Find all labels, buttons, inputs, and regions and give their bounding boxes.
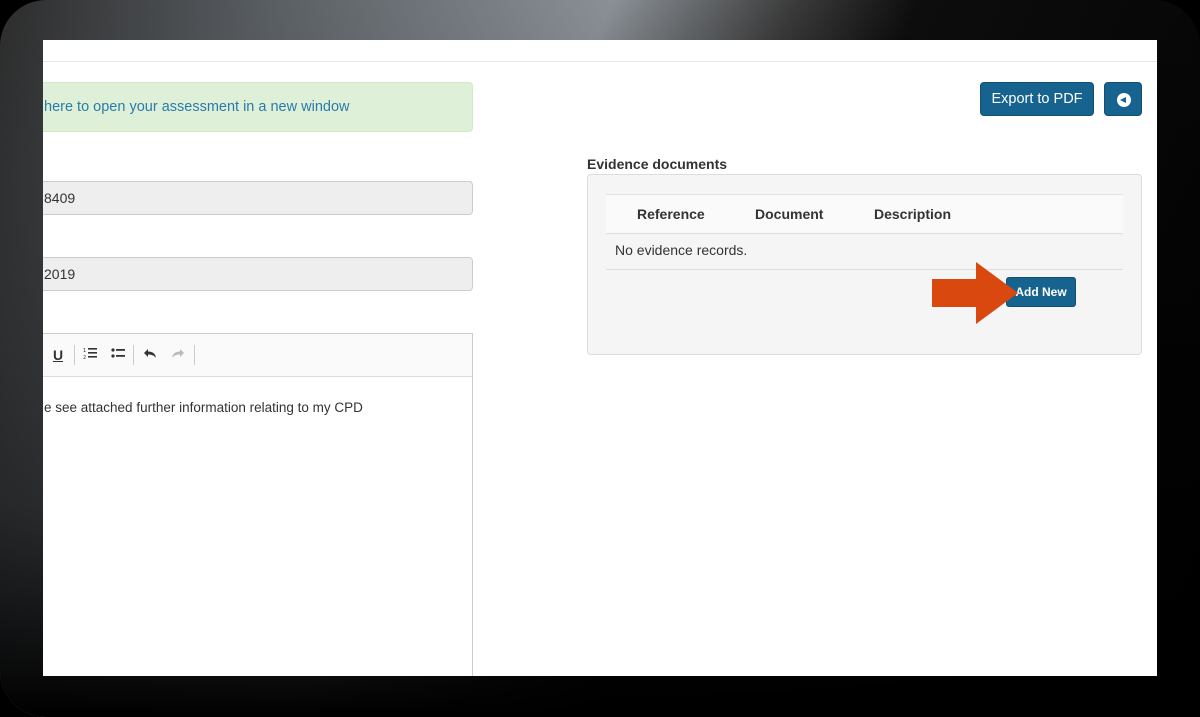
evidence-panel: Reference Document Description No eviden… bbox=[587, 174, 1142, 355]
toolbar-divider bbox=[133, 345, 134, 365]
pointer-arrow-icon bbox=[932, 262, 1018, 324]
redo-icon[interactable] bbox=[168, 345, 188, 365]
date-field[interactable]: 2019 bbox=[43, 257, 473, 291]
reference-field[interactable]: 8409 bbox=[43, 181, 473, 215]
app-screen: here to open your assessment in a new wi… bbox=[43, 40, 1157, 676]
alert-link-text[interactable]: here to open your assessment in a new wi… bbox=[44, 99, 349, 115]
bullet-list-icon[interactable] bbox=[108, 345, 128, 365]
column-header-document[interactable]: Document bbox=[755, 206, 823, 222]
svg-text:1: 1 bbox=[83, 348, 86, 354]
ordered-list-icon[interactable]: 12 bbox=[80, 345, 100, 365]
column-header-reference[interactable]: Reference bbox=[637, 206, 705, 222]
evidence-section-title: Evidence documents bbox=[587, 156, 728, 172]
underline-button[interactable]: U bbox=[48, 345, 68, 365]
editor-content[interactable]: e see attached further information relat… bbox=[44, 400, 363, 415]
editor-toolbar: U 12 bbox=[43, 334, 472, 377]
back-button[interactable] bbox=[1104, 82, 1142, 116]
toolbar-divider bbox=[74, 345, 75, 365]
header-divider bbox=[43, 61, 1157, 62]
table-row: No evidence records. bbox=[606, 232, 1123, 270]
column-header-description[interactable]: Description bbox=[874, 206, 951, 222]
empty-state-text: No evidence records. bbox=[615, 242, 748, 258]
open-assessment-alert[interactable]: here to open your assessment in a new wi… bbox=[43, 82, 473, 132]
svg-text:2: 2 bbox=[83, 355, 86, 360]
undo-icon[interactable] bbox=[140, 345, 160, 365]
evidence-table-header: Reference Document Description bbox=[606, 194, 1123, 234]
toolbar-divider bbox=[194, 345, 195, 365]
export-pdf-button[interactable]: Export to PDF bbox=[980, 82, 1094, 116]
rich-text-editor[interactable]: U 12 e see attached further information … bbox=[43, 333, 473, 676]
back-arrow-circle-icon bbox=[1117, 93, 1131, 107]
